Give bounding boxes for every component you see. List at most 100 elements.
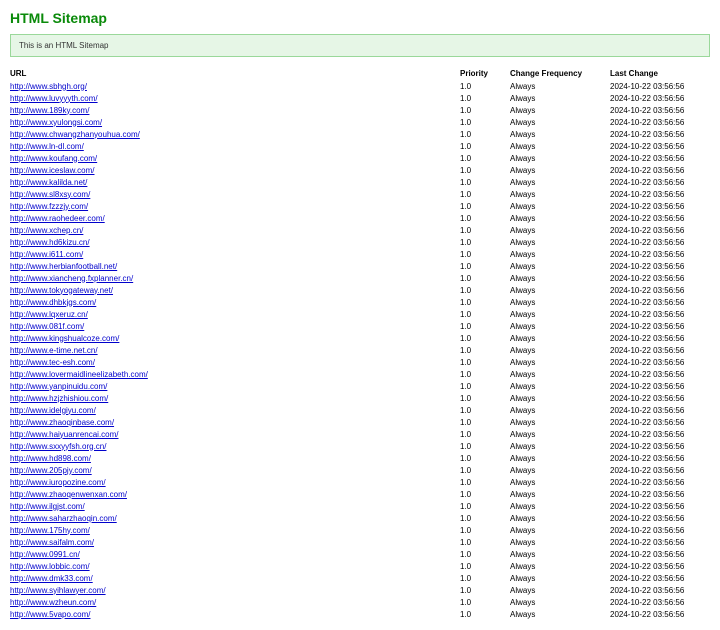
cell-frequency: Always [510, 476, 610, 488]
table-row: http://www.zhaoqinbase.com/1.0Always2024… [10, 416, 710, 428]
sitemap-link[interactable]: http://www.chwangzhanyouhua.com/ [10, 130, 140, 139]
sitemap-link[interactable]: http://www.205pjy.com/ [10, 466, 92, 475]
sitemap-link[interactable]: http://www.e-time.net.cn/ [10, 346, 98, 355]
header-frequency: Change Frequency [510, 67, 610, 80]
table-row: http://www.189ky.com/1.0Always2024-10-22… [10, 104, 710, 116]
cell-frequency: Always [510, 416, 610, 428]
cell-last-change: 2024-10-22 03:56:56 [610, 164, 710, 176]
sitemap-link[interactable]: http://www.lqxeruz.cn/ [10, 310, 88, 319]
sitemap-link[interactable]: http://www.iuropozine.com/ [10, 478, 106, 487]
table-row: http://www.dhbkjgs.com/1.0Always2024-10-… [10, 296, 710, 308]
table-row: http://www.e-time.net.cn/1.0Always2024-1… [10, 344, 710, 356]
sitemap-link[interactable]: http://www.0991.cn/ [10, 550, 80, 559]
table-row: http://www.tec-esh.com/1.0Always2024-10-… [10, 356, 710, 368]
sitemap-link[interactable]: http://www.kingshualcoze.com/ [10, 334, 119, 343]
cell-frequency: Always [510, 80, 610, 92]
sitemap-link[interactable]: http://www.081f.com/ [10, 322, 84, 331]
sitemap-link[interactable]: http://www.hd898.com/ [10, 454, 91, 463]
cell-frequency: Always [510, 464, 610, 476]
cell-last-change: 2024-10-22 03:56:56 [610, 548, 710, 560]
cell-last-change: 2024-10-22 03:56:56 [610, 464, 710, 476]
cell-priority: 1.0 [460, 116, 510, 128]
cell-frequency: Always [510, 572, 610, 584]
cell-frequency: Always [510, 104, 610, 116]
sitemap-link[interactable]: http://www.dmk33.com/ [10, 574, 93, 583]
sitemap-link[interactable]: http://www.saharzhaoqin.com/ [10, 514, 117, 523]
sitemap-link[interactable]: http://www.koufang.com/ [10, 154, 97, 163]
cell-frequency: Always [510, 248, 610, 260]
cell-priority: 1.0 [460, 92, 510, 104]
cell-last-change: 2024-10-22 03:56:56 [610, 296, 710, 308]
sitemap-link[interactable]: http://www.hzjzhishiou.com/ [10, 394, 108, 403]
cell-priority: 1.0 [460, 572, 510, 584]
cell-frequency: Always [510, 548, 610, 560]
cell-priority: 1.0 [460, 500, 510, 512]
sitemap-link[interactable]: http://www.iceslaw.com/ [10, 166, 94, 175]
sitemap-link[interactable]: http://www.luvyyyth.com/ [10, 94, 98, 103]
cell-frequency: Always [510, 332, 610, 344]
sitemap-link[interactable]: http://www.saifalm.com/ [10, 538, 94, 547]
sitemap-link[interactable]: http://www.xchep.cn/ [10, 226, 83, 235]
sitemap-link[interactable]: http://www.tokyogateway.net/ [10, 286, 113, 295]
cell-priority: 1.0 [460, 200, 510, 212]
sitemap-link[interactable]: http://www.dhbkjgs.com/ [10, 298, 96, 307]
sitemap-link[interactable]: http://www.lovermaidlineelizabeth.com/ [10, 370, 148, 379]
table-row: http://www.lovermaidlineelizabeth.com/1.… [10, 368, 710, 380]
sitemap-link[interactable]: http://www.syihlawyer.com/ [10, 586, 106, 595]
table-row: http://www.hd6kizu.cn/1.0Always2024-10-2… [10, 236, 710, 248]
sitemap-link[interactable]: http://www.189ky.com/ [10, 106, 89, 115]
cell-frequency: Always [510, 236, 610, 248]
sitemap-link[interactable]: http://www.ilgjst.com/ [10, 502, 85, 511]
sitemap-link[interactable]: http://www.kalilda.net/ [10, 178, 87, 187]
sitemap-table: URL Priority Change Frequency Last Chang… [10, 67, 710, 620]
table-row: http://www.xiancheng.fxplanner.cn/1.0Alw… [10, 272, 710, 284]
sitemap-link[interactable]: http://www.5vapo.com/ [10, 610, 90, 619]
cell-last-change: 2024-10-22 03:56:56 [610, 152, 710, 164]
cell-priority: 1.0 [460, 152, 510, 164]
cell-priority: 1.0 [460, 164, 510, 176]
table-row: http://www.ilgjst.com/1.0Always2024-10-2… [10, 500, 710, 512]
cell-priority: 1.0 [460, 380, 510, 392]
sitemap-link[interactable]: http://www.tec-esh.com/ [10, 358, 95, 367]
cell-last-change: 2024-10-22 03:56:56 [610, 524, 710, 536]
cell-last-change: 2024-10-22 03:56:56 [610, 476, 710, 488]
cell-last-change: 2024-10-22 03:56:56 [610, 92, 710, 104]
cell-priority: 1.0 [460, 368, 510, 380]
sitemap-link[interactable]: http://www.fzzzjy.com/ [10, 202, 88, 211]
sitemap-link[interactable]: http://www.sl8xsy.com/ [10, 190, 90, 199]
cell-last-change: 2024-10-22 03:56:56 [610, 584, 710, 596]
sitemap-link[interactable]: http://www.hd6kizu.cn/ [10, 238, 90, 247]
sitemap-link[interactable]: http://www.175hy.com/ [10, 526, 90, 535]
sitemap-link[interactable]: http://www.zhaoqenwenxan.com/ [10, 490, 127, 499]
cell-priority: 1.0 [460, 212, 510, 224]
sitemap-link[interactable]: http://www.ln-dl.com/ [10, 142, 84, 151]
sitemap-link[interactable]: http://www.sbhgh.org/ [10, 82, 87, 91]
cell-frequency: Always [510, 128, 610, 140]
cell-last-change: 2024-10-22 03:56:56 [610, 512, 710, 524]
sitemap-link[interactable]: http://www.herbianfootball.net/ [10, 262, 117, 271]
sitemap-link[interactable]: http://www.i611.com/ [10, 250, 83, 259]
cell-frequency: Always [510, 296, 610, 308]
cell-priority: 1.0 [460, 128, 510, 140]
cell-last-change: 2024-10-22 03:56:56 [610, 248, 710, 260]
cell-frequency: Always [510, 176, 610, 188]
sitemap-link[interactable]: http://www.haiyuanrencai.com/ [10, 430, 119, 439]
cell-last-change: 2024-10-22 03:56:56 [610, 272, 710, 284]
sitemap-link[interactable]: http://www.lobbic.com/ [10, 562, 90, 571]
cell-last-change: 2024-10-22 03:56:56 [610, 188, 710, 200]
sitemap-link[interactable]: http://www.xiancheng.fxplanner.cn/ [10, 274, 133, 283]
sitemap-link[interactable]: http://www.idelgiyu.com/ [10, 406, 96, 415]
cell-last-change: 2024-10-22 03:56:56 [610, 140, 710, 152]
sitemap-link[interactable]: http://www.zhaoqinbase.com/ [10, 418, 114, 427]
table-row: http://www.kingshualcoze.com/1.0Always20… [10, 332, 710, 344]
table-row: http://www.sbhgh.org/1.0Always2024-10-22… [10, 80, 710, 92]
sitemap-link[interactable]: http://www.sxxyyfsh.org.cn/ [10, 442, 106, 451]
table-row: http://www.iceslaw.com/1.0Always2024-10-… [10, 164, 710, 176]
sitemap-link[interactable]: http://www.wzheun.com/ [10, 598, 96, 607]
table-row: http://www.hd898.com/1.0Always2024-10-22… [10, 452, 710, 464]
cell-last-change: 2024-10-22 03:56:56 [610, 488, 710, 500]
cell-priority: 1.0 [460, 308, 510, 320]
sitemap-link[interactable]: http://www.raohedeer.com/ [10, 214, 105, 223]
sitemap-link[interactable]: http://www.yanpinuidu.com/ [10, 382, 107, 391]
sitemap-link[interactable]: http://www.xyulongsi.com/ [10, 118, 102, 127]
